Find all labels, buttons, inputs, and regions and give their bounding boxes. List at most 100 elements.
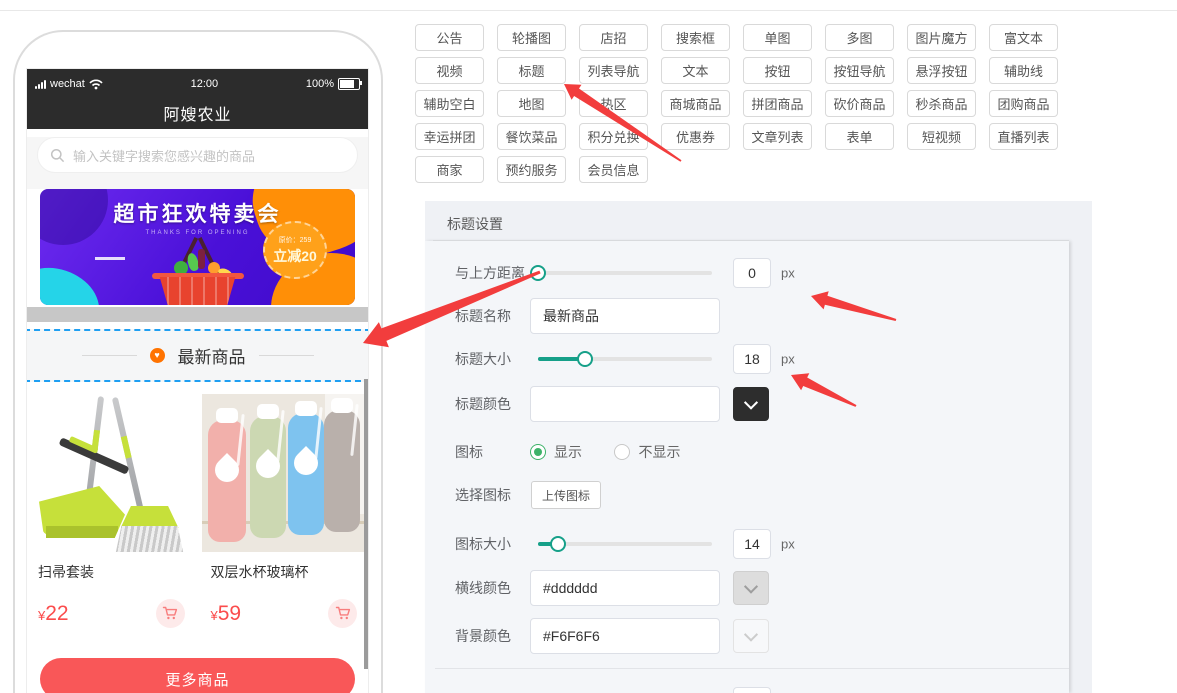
add-to-cart-button[interactable] <box>328 599 357 628</box>
row-select-icon: 选择图标 上传图标 <box>425 477 1069 513</box>
status-bar: wechat 12:00 100% 阿嫂农业 <box>27 69 368 129</box>
divider <box>435 668 1069 669</box>
battery-icon <box>338 78 360 90</box>
product-image-water-cups <box>202 394 366 552</box>
product-name: 扫帚套装 <box>29 552 193 582</box>
palette-item[interactable]: 店招 <box>579 24 648 51</box>
banner-image[interactable]: 超市狂欢特卖会 THANKS FOR OPENING 原价：259 立减20 <box>40 189 355 305</box>
line-color-picker-button[interactable] <box>733 571 769 605</box>
palette-item[interactable]: 文本 <box>661 57 730 84</box>
page: wechat 12:00 100% 阿嫂农业 输入关键字搜索您感兴趣的商品 <box>0 0 1177 693</box>
spacer-strip <box>27 307 368 322</box>
palette-item[interactable]: 会员信息 <box>579 156 648 183</box>
palette-item[interactable]: 地图 <box>497 90 566 117</box>
palette-item[interactable]: 拼团商品 <box>743 90 812 117</box>
radio-hide-label: 不显示 <box>638 444 680 460</box>
product-price: ¥22 <box>38 602 69 626</box>
row-icon-size: 图标大小 px <box>425 526 1069 562</box>
discount-label: 立减20 <box>273 246 317 266</box>
palette-item[interactable]: 按钮导航 <box>825 57 894 84</box>
field-label: 标题大小 <box>455 349 533 369</box>
field-label: 图标大小 <box>455 534 533 554</box>
product-card[interactable]: 双层水杯玻璃杯 ¥59 <box>202 394 366 628</box>
palette-item[interactable]: 秒杀商品 <box>907 90 976 117</box>
field-label: 标题颜色 <box>455 394 533 414</box>
title-size-value-input[interactable] <box>733 344 771 374</box>
icon-size-value-input[interactable] <box>733 529 771 559</box>
row-title-size: 标题大小 px <box>425 341 1069 377</box>
upload-icon-button[interactable]: 上传图标 <box>531 481 601 509</box>
title-size-slider[interactable] <box>538 357 712 361</box>
palette-item[interactable]: 辅助线 <box>989 57 1058 84</box>
partial-value-input[interactable] <box>733 687 771 693</box>
palette-item[interactable]: 热区 <box>579 90 648 117</box>
palette-item[interactable]: 砍价商品 <box>825 90 894 117</box>
radio-show-label: 显示 <box>554 444 582 460</box>
palette-item[interactable]: 轮播图 <box>497 24 566 51</box>
palette-item[interactable]: 预约服务 <box>497 156 566 183</box>
margin-top-slider[interactable] <box>538 271 712 275</box>
palette-item[interactable]: 图片魔方 <box>907 24 976 51</box>
icon-size-slider[interactable] <box>538 542 712 546</box>
palette-item[interactable]: 按钮 <box>743 57 812 84</box>
radio-hide[interactable] <box>614 444 630 460</box>
phone-screen: wechat 12:00 100% 阿嫂农业 输入关键字搜索您感兴趣的商品 <box>26 68 369 693</box>
phone-scrollbar[interactable] <box>364 379 368 669</box>
palette-item[interactable]: 团购商品 <box>989 90 1058 117</box>
title-right-line <box>259 355 314 356</box>
palette-item[interactable]: 单图 <box>743 24 812 51</box>
spacer <box>27 322 368 329</box>
palette-item[interactable]: 搜索框 <box>661 24 730 51</box>
product-card[interactable]: 扫帚套装 ¥22 <box>29 394 193 628</box>
product-grid: 扫帚套装 ¥22 <box>27 382 368 628</box>
palette-item[interactable]: 餐饮菜品 <box>497 123 566 150</box>
palette-item[interactable]: 多图 <box>825 24 894 51</box>
search-icon <box>50 148 65 163</box>
line-color-input[interactable] <box>530 570 720 606</box>
palette-item[interactable]: 列表导航 <box>579 57 648 84</box>
search-input[interactable]: 输入关键字搜索您感兴趣的商品 <box>37 137 358 173</box>
palette-item[interactable]: 表单 <box>825 123 894 150</box>
title-name-input[interactable] <box>530 298 720 334</box>
discount-badge: 原价：259 立减20 <box>263 221 327 279</box>
palette-item[interactable]: 商城商品 <box>661 90 730 117</box>
palette-item[interactable]: 辅助空白 <box>415 90 484 117</box>
palette-item[interactable]: 文章列表 <box>743 123 812 150</box>
add-to-cart-button[interactable] <box>156 599 185 628</box>
radio-show[interactable] <box>530 444 546 460</box>
palette-item[interactable]: 标题 <box>497 57 566 84</box>
title-color-input[interactable] <box>530 386 720 422</box>
palette-item[interactable]: 优惠券 <box>661 123 730 150</box>
more-products-button[interactable]: 更多商品 <box>40 658 355 693</box>
margin-top-value-input[interactable] <box>733 258 771 288</box>
palette-item[interactable]: 视频 <box>415 57 484 84</box>
row-background-color: 背景颜色 <box>425 618 1069 654</box>
palette-item[interactable]: 幸运拼团 <box>415 123 484 150</box>
original-price-label: 原价：259 <box>279 235 312 245</box>
slider-handle[interactable] <box>530 265 546 281</box>
page-top-divider <box>0 10 1177 11</box>
panel-title: 标题设置 <box>425 201 1092 234</box>
field-label: 横线颜色 <box>455 578 533 598</box>
palette-item[interactable]: 公告 <box>415 24 484 51</box>
palette-item[interactable]: 积分兑换 <box>579 123 648 150</box>
banner-section: 超市狂欢特卖会 THANKS FOR OPENING 原价：259 立减20 <box>27 189 368 307</box>
palette-item[interactable]: 悬浮按钮 <box>907 57 976 84</box>
slider-handle[interactable] <box>577 351 593 367</box>
field-label: 选择图标 <box>455 485 533 505</box>
palette-item[interactable]: 短视频 <box>907 123 976 150</box>
palette-item[interactable]: 商家 <box>415 156 484 183</box>
chevron-down-icon <box>744 580 758 594</box>
row-line-color: 横线颜色 <box>425 570 1069 606</box>
background-color-picker-button[interactable] <box>733 619 769 653</box>
heart-circle-icon: ♥ <box>150 348 165 363</box>
signal-icon <box>35 80 46 89</box>
chevron-down-icon <box>744 628 758 642</box>
background-color-input[interactable] <box>530 618 720 654</box>
battery-percent: 100% <box>306 78 334 90</box>
selected-title-component[interactable]: ♥ 最新商品 <box>26 329 369 382</box>
title-color-picker-button[interactable] <box>733 387 769 421</box>
palette-item[interactable]: 直播列表 <box>989 123 1058 150</box>
slider-handle[interactable] <box>550 536 566 552</box>
palette-item[interactable]: 富文本 <box>989 24 1058 51</box>
